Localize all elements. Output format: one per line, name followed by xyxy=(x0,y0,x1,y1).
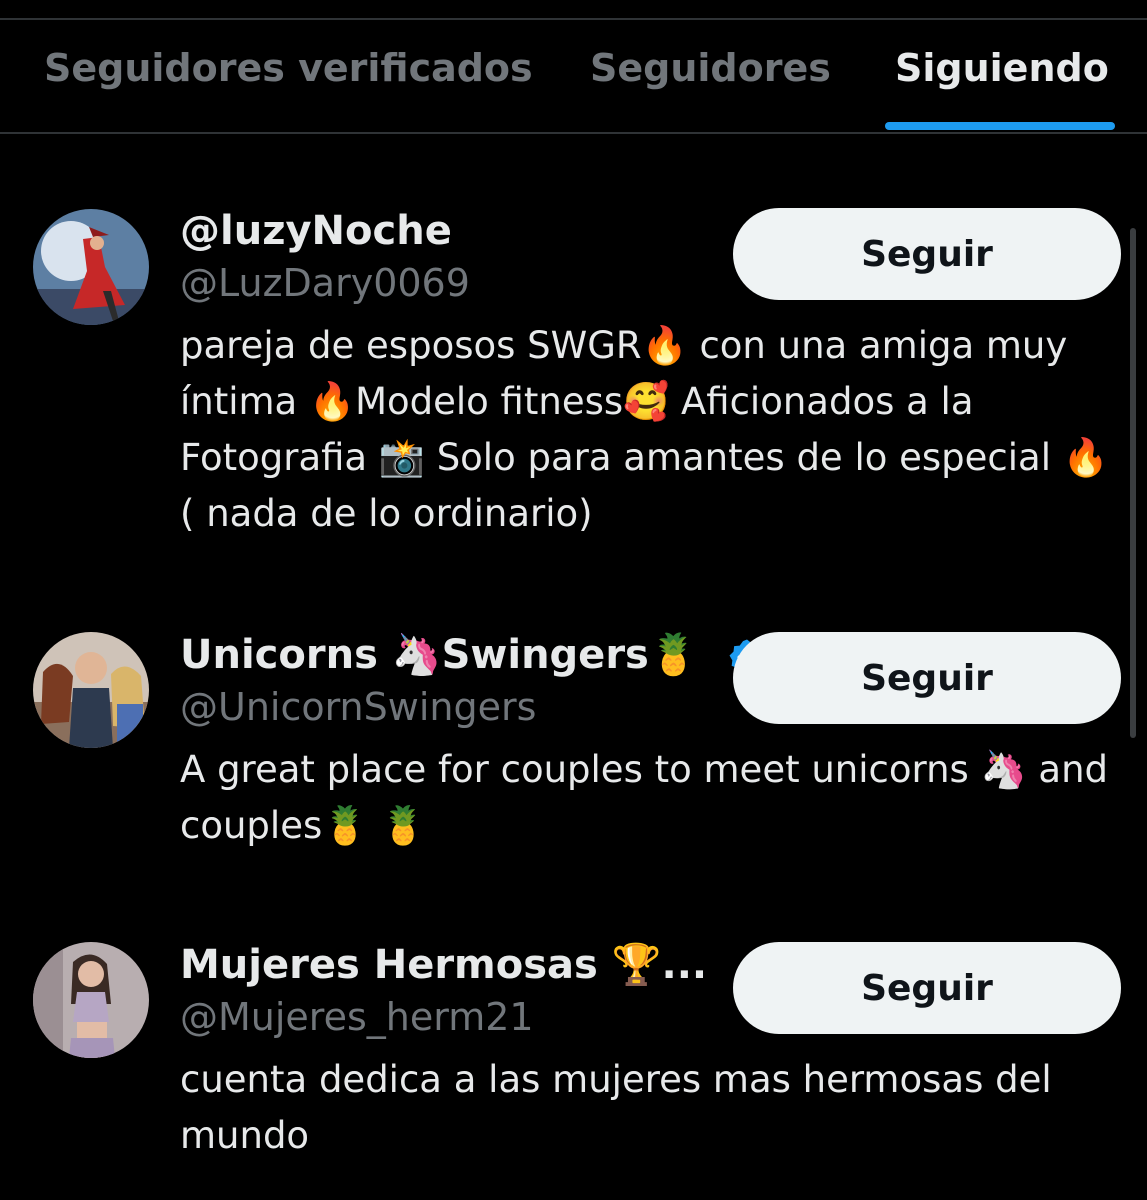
user-handle[interactable]: @Mujeres_herm21 xyxy=(180,992,534,1042)
user-bio: pareja de esposos SWGR🔥 con una amiga mu… xyxy=(180,324,1109,535)
tab-followers[interactable]: Seguidores xyxy=(590,20,831,120)
user-row-2[interactable]: Unicorns 🦄Swingers🍍 @UnicornSwingers Seg… xyxy=(0,632,1147,862)
follow-button[interactable]: Seguir xyxy=(733,942,1121,1034)
avatar[interactable] xyxy=(33,209,149,325)
tab-verified-followers[interactable]: Seguidores verificados xyxy=(44,20,533,120)
active-tab-indicator xyxy=(885,122,1115,130)
avatar[interactable] xyxy=(33,942,149,1058)
user-handle[interactable]: @LuzDary0069 xyxy=(180,258,470,308)
display-name-text: Unicorns 🦄Swingers🍍 xyxy=(180,632,699,678)
tab-bar: Seguidores verificados Seguidores Siguie… xyxy=(0,20,1147,134)
user-handle[interactable]: @UnicornSwingers xyxy=(180,682,536,732)
user-row-1[interactable]: @luzyNoche @LuzDary0069 Seguir pareja de… xyxy=(0,208,1147,548)
display-name[interactable]: Mujeres Hermosas 🏆... xyxy=(180,942,707,992)
display-name[interactable]: Unicorns 🦄Swingers🍍 xyxy=(180,632,767,682)
follow-button[interactable]: Seguir xyxy=(733,632,1121,724)
follow-button[interactable]: Seguir xyxy=(733,208,1121,300)
avatar[interactable] xyxy=(33,632,149,748)
display-name[interactable]: @luzyNoche xyxy=(180,208,452,258)
scrollbar[interactable] xyxy=(1130,228,1136,738)
user-bio: A great place for couples to meet unicor… xyxy=(180,748,1108,847)
user-row-3[interactable]: Mujeres Hermosas 🏆... @Mujeres_herm21 Se… xyxy=(0,942,1147,1172)
tab-following[interactable]: Siguiendo xyxy=(895,20,1109,120)
user-bio: cuenta dedica a las mujeres mas hermosas… xyxy=(180,1058,1052,1157)
